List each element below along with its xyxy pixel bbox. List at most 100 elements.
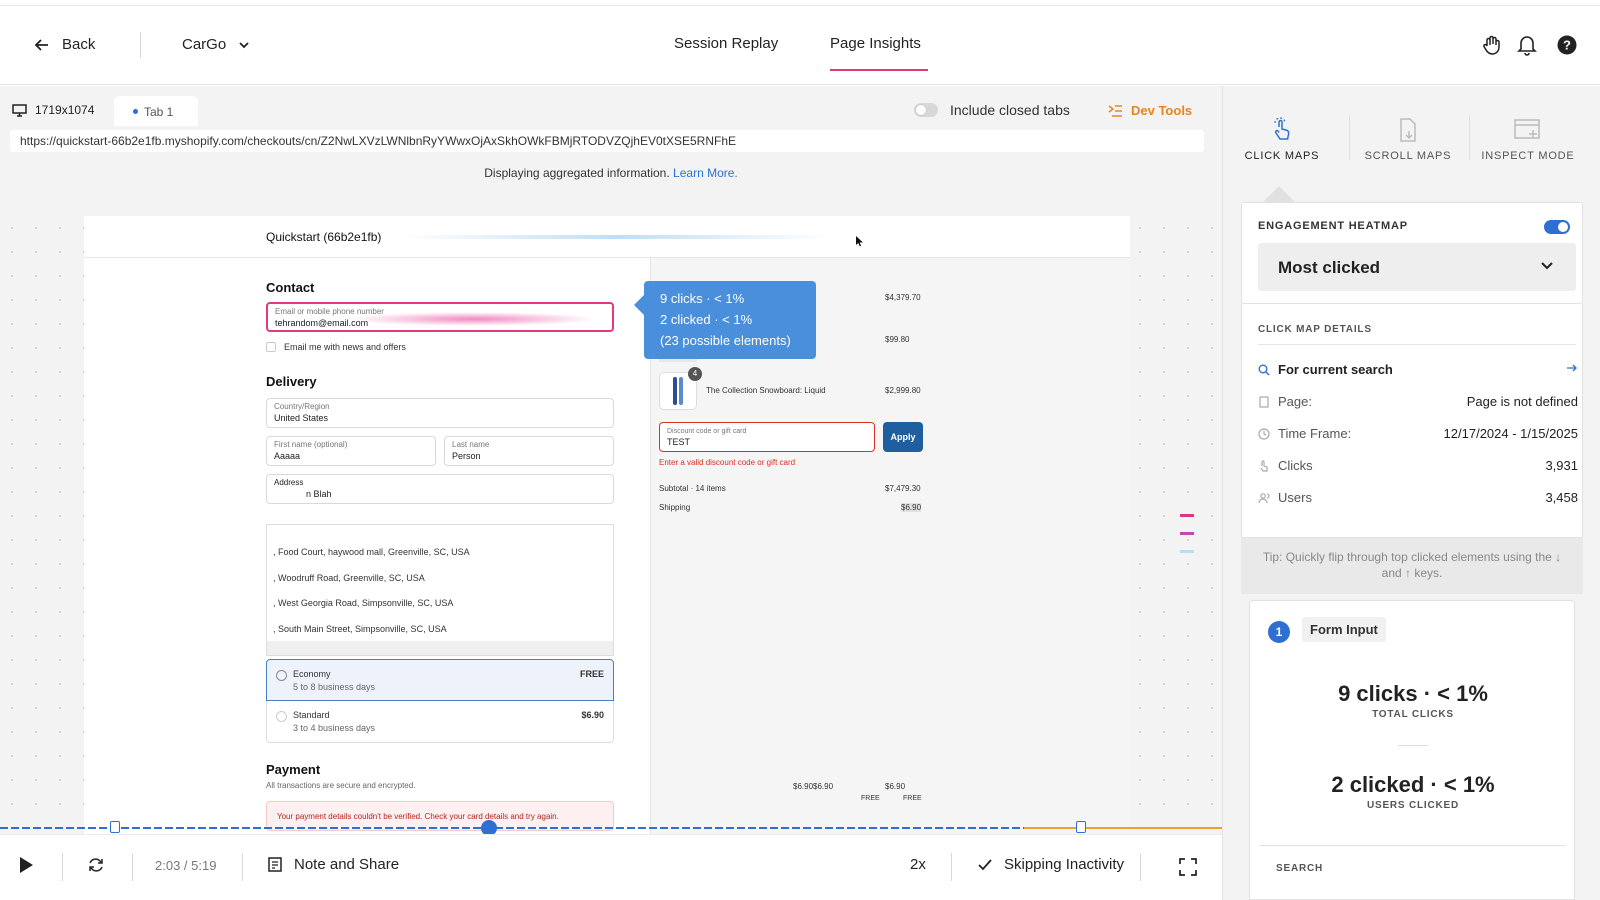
users-row: Users 3,458 (1258, 490, 1578, 510)
dev-tools-label: Dev Tools (1131, 103, 1193, 118)
svg-text:?: ? (1563, 38, 1571, 53)
last-name-label: Last name (452, 440, 490, 449)
heatmap-mode-select[interactable]: Most clicked (1258, 243, 1576, 291)
aggregate-notice-text: Displaying aggregated information. (484, 166, 670, 180)
inspect-mode-label: INSPECT MODE (1481, 150, 1575, 162)
suggestion-item[interactable]: , Food Court, haywood mall, Greenville, … (273, 547, 470, 557)
users-value: 3,458 (1545, 490, 1578, 505)
suggestion-item[interactable]: , Woodruff Road, Greenville, SC, USA (273, 573, 425, 583)
help-icon[interactable]: ? (1557, 35, 1577, 55)
tab-dot (133, 109, 138, 114)
include-closed-tabs-toggle[interactable] (914, 103, 938, 117)
hand-icon[interactable] (1481, 34, 1503, 56)
free-label-1: FREE (861, 795, 880, 802)
heat-marker (1180, 550, 1194, 553)
radio-icon (276, 670, 287, 681)
tab-page-insights[interactable]: Page Insights (830, 35, 921, 52)
suggestion-item[interactable]: , West Georgia Road, Simpsonville, SC, U… (273, 598, 453, 608)
for-current-search-row[interactable]: For current search (1258, 362, 1578, 382)
learn-more-link[interactable]: Learn More. (673, 166, 738, 180)
email-news-checkbox[interactable] (266, 342, 276, 352)
click-heat-spot (348, 312, 598, 326)
search-icon (1258, 364, 1270, 376)
back-button[interactable]: Back (34, 36, 95, 53)
inspect-mode-icon (1473, 116, 1583, 144)
address-value: n Blah (306, 489, 332, 499)
tab-session-replay[interactable]: Session Replay (674, 35, 778, 52)
shipping-compare-1: $6.90$6.90 (793, 782, 834, 791)
page-row: Page: Page is not defined (1258, 394, 1578, 414)
total-clicks-value: 9 clicks · < 1% (1338, 681, 1488, 706)
resolution-label: 1719x1074 (35, 103, 95, 117)
skipping-inactivity-label: Skipping Inactivity (1004, 856, 1125, 873)
viewer-area: 1719x1074 Tab 1 Include closed tabs Dev … (0, 86, 1222, 900)
project-name: CarGo (182, 36, 227, 53)
subtotal-value: $7,479.30 (885, 484, 921, 493)
dev-tools-button[interactable]: Dev Tools (1108, 103, 1192, 118)
apply-button[interactable]: Apply (883, 422, 923, 452)
timeframe-label: Time Frame: (1278, 426, 1352, 441)
suggestion-item[interactable]: , South Main Street, Simpsonville, SC, U… (273, 624, 447, 634)
checkmark-icon (978, 858, 992, 871)
arrow-left-icon (34, 37, 50, 53)
tab-1[interactable]: Tab 1 (114, 96, 198, 126)
include-closed-tabs[interactable]: Include closed tabs (914, 102, 1070, 118)
shipping-label: Shipping (659, 503, 691, 512)
click-maps-button[interactable]: CLICK MAPS (1227, 116, 1337, 162)
last-name-field[interactable]: Last name Person (444, 436, 614, 466)
click-tooltip: 9 clicks · < 1% 2 clicked · < 1% (23 pos… (634, 281, 816, 359)
payment-sub: All transactions are secure and encrypte… (266, 781, 416, 790)
tab-1-label: Tab 1 (144, 105, 174, 119)
tooltip-clicks: 9 clicks · < 1% (660, 291, 745, 306)
project-selector[interactable]: CarGo (182, 36, 250, 53)
heat-marker (1180, 532, 1194, 535)
country-value: United States (274, 413, 329, 423)
address-field[interactable]: Address n Blah (266, 474, 614, 504)
delivery-heading: Delivery (266, 374, 317, 389)
users-label: Users (1278, 490, 1312, 505)
radio-icon (276, 711, 287, 722)
item3-name: The Collection Snowboard: Liquid (706, 386, 826, 395)
bell-icon[interactable] (1517, 34, 1537, 56)
skipping-inactivity-toggle[interactable]: Skipping Inactivity (978, 856, 1124, 873)
item3-price: $2,999.80 (885, 386, 921, 395)
aggregate-notice: Displaying aggregated information. Learn… (0, 166, 1222, 180)
first-name-field[interactable]: First name (optional) Aaaaa (266, 436, 436, 466)
discount-input[interactable]: Discount code or gift card TEST (659, 422, 875, 452)
shipping-name: Standard (293, 710, 330, 720)
for-current-search-label: For current search (1278, 362, 1393, 377)
note-and-share-label: Note and Share (294, 856, 400, 873)
shipping-option-standard[interactable]: Standard 3 to 4 business days $6.90 (266, 701, 614, 743)
email-field[interactable]: Email or mobile phone number tehrandom@e… (266, 302, 614, 332)
inspect-mode-button[interactable]: INSPECT MODE (1473, 116, 1583, 162)
email-news-row[interactable]: Email me with news and offers (266, 342, 406, 352)
replay-loop-icon[interactable] (87, 856, 105, 874)
url-bar[interactable]: https://quickstart-66b2e1fb.myshopify.co… (10, 130, 1204, 152)
note-and-share-button[interactable]: Note and Share (268, 856, 399, 873)
note-marker-icon[interactable] (110, 821, 120, 833)
page-label: Page: (1278, 394, 1312, 409)
fullscreen-icon[interactable] (1179, 858, 1197, 876)
shipping-value: $6.90 (901, 503, 922, 512)
top-element-card[interactable]: 1 Form Input 9 clicks · < 1% TOTAL CLICK… (1249, 600, 1575, 900)
contact-heading: Contact (266, 280, 315, 295)
email-news-label: Email me with news and offers (284, 342, 406, 352)
snowboard-thumbnail: 4 (659, 367, 702, 410)
time-display: 2:03 / 5:19 (155, 858, 217, 873)
timeframe-row: Time Frame: 12/17/2024 - 1/15/2025 (1258, 426, 1578, 446)
element-rank-badge: 1 (1268, 621, 1290, 643)
speed-button[interactable]: 2x (910, 856, 926, 873)
monitor-icon (12, 103, 27, 117)
heatmap-toggle[interactable] (1544, 220, 1570, 234)
shipping-option-economy[interactable]: Economy 5 to 8 business days FREE (266, 659, 614, 701)
last-name-value: Person (452, 451, 481, 461)
note-marker-icon[interactable] (1076, 821, 1086, 833)
clicks-label: Clicks (1278, 458, 1313, 473)
play-icon[interactable] (18, 856, 34, 874)
shipping-sub: 5 to 8 business days (293, 682, 376, 692)
users-icon (1258, 492, 1270, 504)
country-select[interactable]: Country/Region United States (266, 398, 614, 428)
scroll-maps-button[interactable]: SCROLL MAPS (1353, 116, 1463, 162)
heat-marker (1180, 514, 1194, 517)
item1-price: $4,379.70 (885, 293, 921, 302)
